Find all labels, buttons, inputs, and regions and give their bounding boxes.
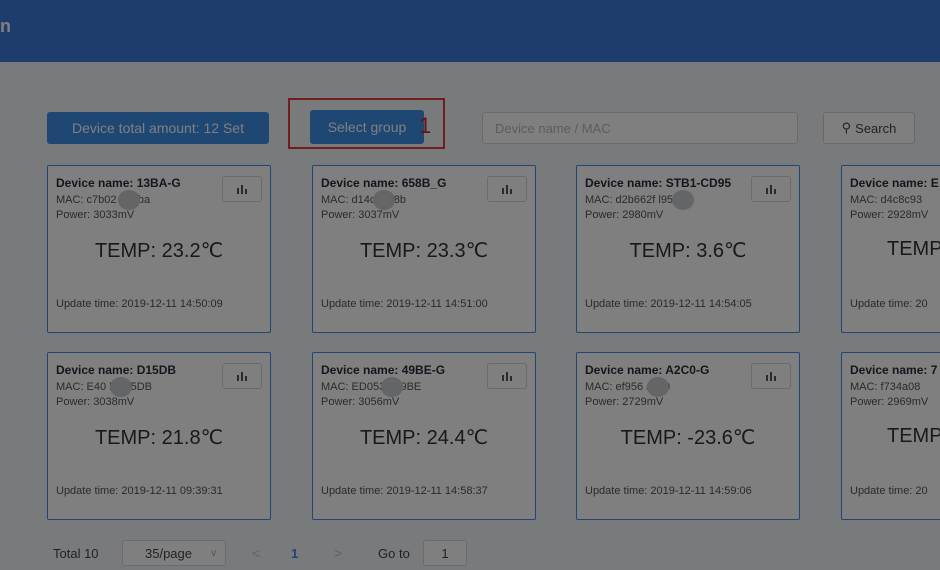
device-power: Power: 2729mV (585, 396, 664, 408)
search-icon: ⚲ (841, 120, 852, 135)
device-power: Power: 2969mV (850, 396, 929, 408)
device-mac: MAC: d4c8c93 (850, 194, 923, 206)
device-mac: MAC: E40 BD15DB (56, 381, 152, 393)
chart-button[interactable] (487, 363, 527, 389)
chart-button[interactable] (487, 176, 527, 202)
device-name: Device name: 7 (850, 363, 938, 377)
pagination-total: Total 10 (53, 545, 99, 561)
page-size-select[interactable]: 35/page ∨ (122, 540, 226, 566)
redaction-blur (110, 377, 132, 397)
device-temperature: TEMP (887, 425, 940, 447)
device-card-clipped: Device name: E MAC: d4c8c93 Power: 2928m… (841, 165, 940, 333)
device-power: Power: 3033mV (56, 209, 135, 221)
next-page-button[interactable]: > (334, 540, 342, 566)
device-card[interactable]: Device name: 658B_G MAC: d14c f658b Powe… (312, 165, 536, 333)
device-temperature: TEMP: 21.8℃ (94, 427, 224, 449)
device-name: Device name: A2C0-G (585, 363, 710, 377)
bar-chart-icon (766, 185, 776, 194)
device-update-time: Update time: 2019-12-11 14:50:09 (56, 298, 223, 310)
device-temperature: TEMP: 24.4℃ (359, 427, 489, 449)
goto-label: Go to (378, 545, 410, 561)
device-update-time: Update time: 2019-12-11 14:51:00 (321, 298, 488, 310)
device-update-time: Update time: 20 (850, 298, 928, 310)
device-total-button[interactable]: Device total amount: 12 Set (47, 112, 269, 144)
header-title-fragment: n (0, 16, 11, 36)
chart-button[interactable] (222, 363, 262, 389)
redaction-blur (118, 190, 140, 210)
device-temperature: TEMP: 3.6℃ (629, 240, 747, 262)
device-name: Device name: E (850, 176, 939, 190)
device-card[interactable]: Device name: 49BE-G MAC: ED053 049BE Pow… (312, 352, 536, 520)
device-name: Device name: 658B_G (321, 176, 447, 190)
goto-page-input[interactable] (423, 540, 467, 566)
page-size-value: 35/page (145, 545, 192, 561)
select-group-button[interactable]: Select group (310, 110, 424, 144)
search-input[interactable] (482, 112, 798, 144)
page-number-current[interactable]: 1 (291, 540, 298, 566)
device-card[interactable]: Device name: A2C0-G MAC: ef956 a2c0 Powe… (576, 352, 800, 520)
bar-chart-icon (237, 372, 247, 381)
device-update-time: Update time: 2019-12-11 14:59:06 (585, 485, 752, 497)
chart-button[interactable] (751, 176, 791, 202)
device-update-time: Update time: 2019-12-11 14:54:05 (585, 298, 752, 310)
redaction-blur (672, 190, 694, 210)
redaction-blur (647, 377, 669, 397)
device-temperature: TEMP: -23.6℃ (620, 427, 756, 449)
device-power: Power: 3037mV (321, 209, 400, 221)
device-temperature: TEMP (887, 238, 940, 260)
device-update-time: Update time: 20 (850, 485, 928, 497)
device-card[interactable]: Device name: 7 MAC: f734a08 Power: 2969m… (841, 352, 940, 520)
redaction-blur (373, 190, 395, 210)
device-name: Device name: 13BA-G (56, 176, 181, 190)
device-power: Power: 3038mV (56, 396, 135, 408)
device-mac: MAC: d2b662f l95 (585, 194, 674, 206)
search-button[interactable]: ⚲ Search (823, 112, 915, 144)
top-navigation-bar: n (0, 0, 940, 62)
annotation-number: 1 (419, 113, 432, 138)
device-name: Device name: D15DB (56, 363, 177, 377)
chevron-down-icon: ∨ (210, 547, 218, 559)
bar-chart-icon (237, 185, 247, 194)
device-card[interactable]: Device name: E MAC: d4c8c93 Power: 2928m… (841, 165, 940, 333)
device-card[interactable]: Device name: 13BA-G MAC: c7b02 413ba Pow… (47, 165, 271, 333)
bar-chart-icon (766, 372, 776, 381)
device-card-clipped: Device name: 7 MAC: f734a08 Power: 2969m… (841, 352, 940, 520)
chart-button[interactable] (222, 176, 262, 202)
device-power: Power: 2980mV (585, 209, 664, 221)
bar-chart-icon (502, 185, 512, 194)
prev-page-button[interactable]: < (252, 540, 260, 566)
device-card[interactable]: Device name: D15DB MAC: E40 BD15DB Power… (47, 352, 271, 520)
device-power: Power: 2928mV (850, 209, 929, 221)
device-temperature: TEMP: 23.3℃ (359, 240, 489, 262)
device-name: Device name: STB1-CD95 (585, 176, 732, 190)
device-card[interactable]: Device name: STB1-CD95 MAC: d2b662f l95 … (576, 165, 800, 333)
device-update-time: Update time: 2019-12-11 14:58:37 (321, 485, 488, 497)
device-mac: MAC: ED053 049BE (321, 381, 422, 393)
bar-chart-icon (502, 372, 512, 381)
chart-button[interactable] (751, 363, 791, 389)
redaction-blur (381, 377, 403, 397)
search-button-label: Search (855, 120, 897, 136)
device-mac: MAC: f734a08 (850, 381, 921, 393)
device-temperature: TEMP: 23.2℃ (94, 240, 224, 262)
device-name: Device name: 49BE-G (321, 363, 446, 377)
device-update-time: Update time: 2019-12-11 09:39:31 (56, 485, 223, 497)
device-power: Power: 3056mV (321, 396, 400, 408)
